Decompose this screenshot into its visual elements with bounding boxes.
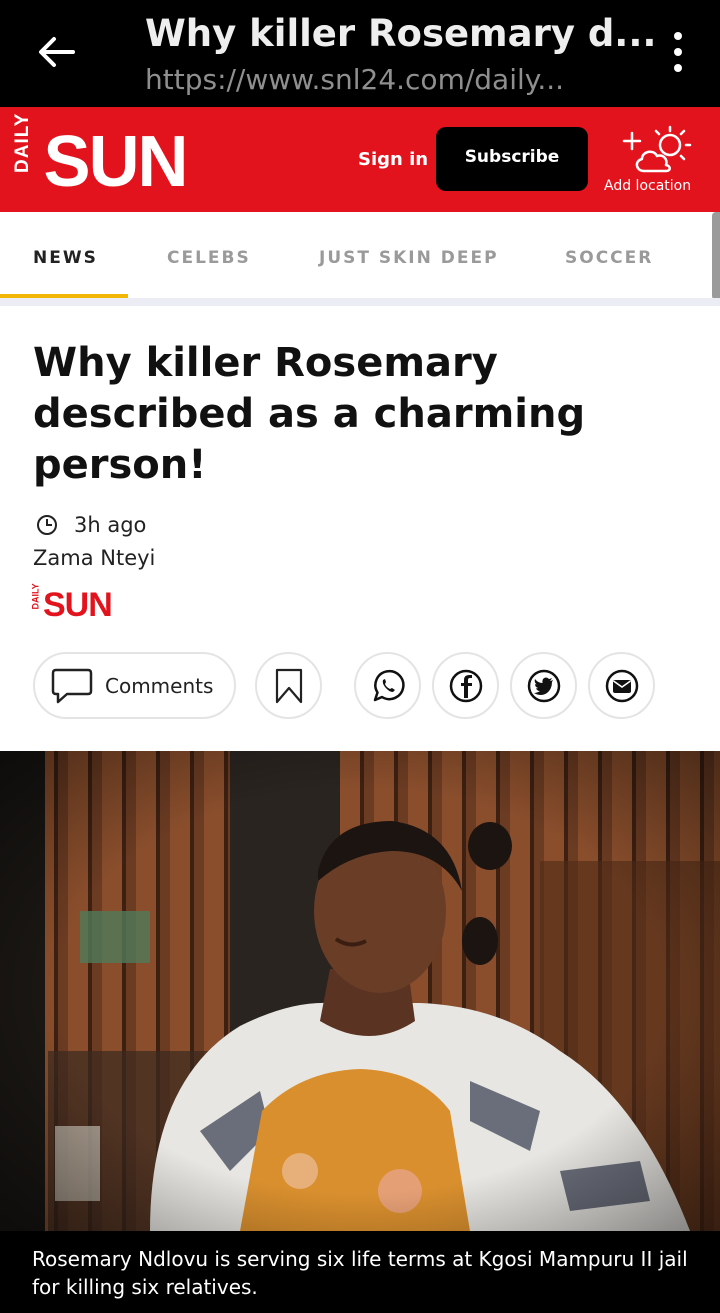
site-logo[interactable]: DAILY SUN bbox=[12, 112, 189, 202]
browser-toolbar: Why killer Rosemary d... https://www.snl… bbox=[0, 0, 720, 107]
article-headline: Why killer Rosemary described as a charm… bbox=[33, 340, 586, 488]
photo-caption: Rosemary Ndlovu is serving six life term… bbox=[32, 1247, 688, 1299]
twitter-icon bbox=[527, 669, 560, 702]
weather-add-icon bbox=[622, 125, 692, 173]
timestamp-text: 3h ago bbox=[74, 513, 147, 537]
share-whatsapp-button[interactable] bbox=[354, 652, 421, 719]
comments-label: Comments bbox=[105, 673, 214, 698]
whatsapp-icon bbox=[373, 669, 405, 701]
share-twitter-button[interactable] bbox=[510, 652, 577, 719]
tab-soccer[interactable]: SOCCER bbox=[565, 248, 653, 268]
email-icon bbox=[605, 669, 638, 702]
logo-daily-text: DAILY bbox=[12, 112, 33, 173]
article-timestamp: 3h ago bbox=[36, 513, 146, 537]
photo-caption-bar: Rosemary Ndlovu is serving six life term… bbox=[0, 1231, 720, 1313]
add-location-label: Add location bbox=[604, 178, 692, 194]
subscribe-button[interactable]: Subscribe bbox=[436, 127, 588, 191]
dot-icon bbox=[674, 32, 682, 40]
arrow-left-icon bbox=[39, 37, 75, 67]
dot-icon bbox=[674, 48, 682, 56]
article-actions: Comments bbox=[0, 652, 720, 720]
dot-icon bbox=[674, 64, 682, 72]
article-image bbox=[0, 751, 720, 1231]
tab-news[interactable]: NEWS bbox=[33, 248, 98, 268]
more-options-button[interactable] bbox=[660, 28, 696, 76]
site-header: DAILY SUN Sign in Subscribe Add location bbox=[0, 107, 720, 212]
publisher-logo: DAILY SUN bbox=[30, 583, 113, 624]
nav-scrollbar[interactable] bbox=[712, 212, 720, 300]
bookmark-icon bbox=[275, 668, 302, 703]
bookmark-button[interactable] bbox=[255, 652, 322, 719]
publisher-logo-daily: DAILY bbox=[30, 583, 41, 610]
section-nav: NEWS CELEBS JUST SKIN DEEP SOCCER bbox=[0, 212, 720, 302]
publisher-logo-sun: SUN bbox=[43, 586, 113, 624]
article-author[interactable]: Zama Nteyi bbox=[33, 546, 155, 570]
page-title: Why killer Rosemary d... bbox=[145, 12, 657, 55]
comments-button[interactable]: Comments bbox=[33, 652, 236, 719]
tab-celebs[interactable]: CELEBS bbox=[167, 248, 251, 268]
sign-in-link[interactable]: Sign in bbox=[358, 149, 428, 170]
article-photo[interactable] bbox=[0, 751, 720, 1231]
tab-just-skin-deep[interactable]: JUST SKIN DEEP bbox=[319, 248, 499, 268]
clock-icon bbox=[37, 515, 57, 535]
share-email-button[interactable] bbox=[588, 652, 655, 719]
share-facebook-button[interactable] bbox=[432, 652, 499, 719]
divider bbox=[0, 298, 720, 306]
comment-icon bbox=[51, 668, 93, 703]
url-text[interactable]: https://www.snl24.com/daily... bbox=[145, 63, 564, 96]
back-button[interactable] bbox=[30, 28, 82, 76]
add-location-button[interactable]: Add location bbox=[600, 123, 700, 199]
facebook-icon bbox=[449, 669, 482, 702]
logo-sun-text: SUN bbox=[43, 122, 188, 202]
